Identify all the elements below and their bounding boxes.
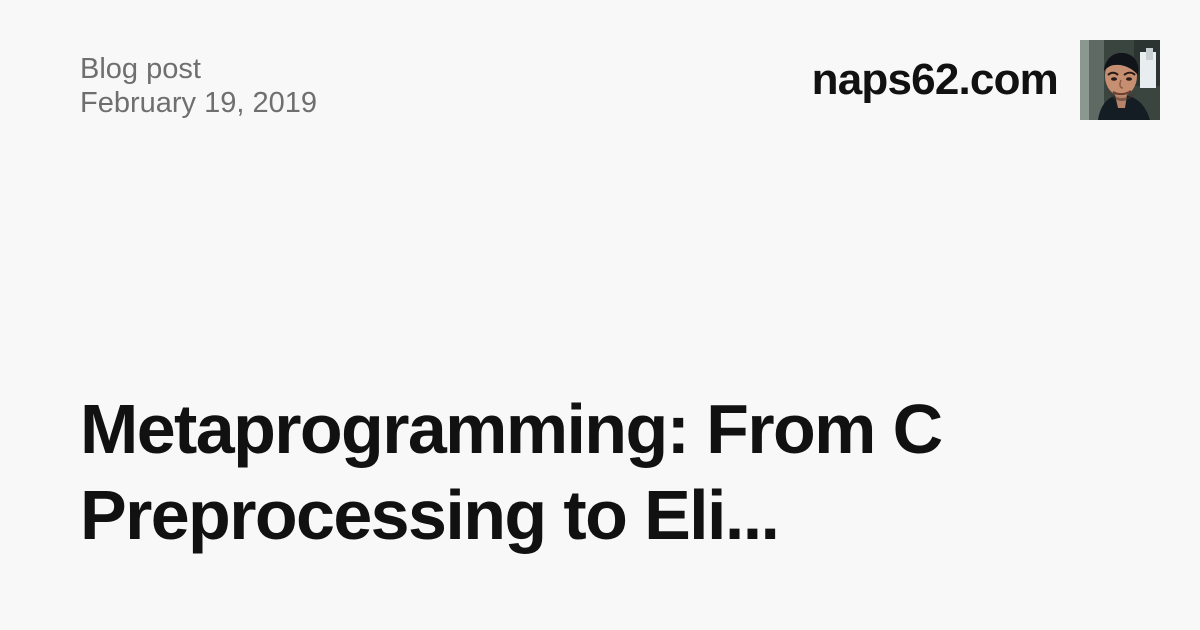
author-photo-icon (1080, 40, 1160, 120)
post-title-line-1: Metaprogramming: From C (80, 390, 943, 468)
social-share-card: Blog post February 19, 2019 naps62.com M… (0, 0, 1200, 630)
site-brand: naps62.com (812, 40, 1160, 120)
post-meta: Blog post February 19, 2019 (80, 52, 317, 120)
post-type-label: Blog post (80, 53, 201, 85)
post-date: February 19, 2019 (80, 87, 317, 119)
author-avatar (1080, 40, 1160, 120)
post-title-line-2: Preprocessing to Eli... (80, 476, 780, 554)
post-title: Metaprogramming: From C Preprocessing to… (80, 386, 1100, 558)
site-name: naps62.com (811, 55, 1059, 104)
